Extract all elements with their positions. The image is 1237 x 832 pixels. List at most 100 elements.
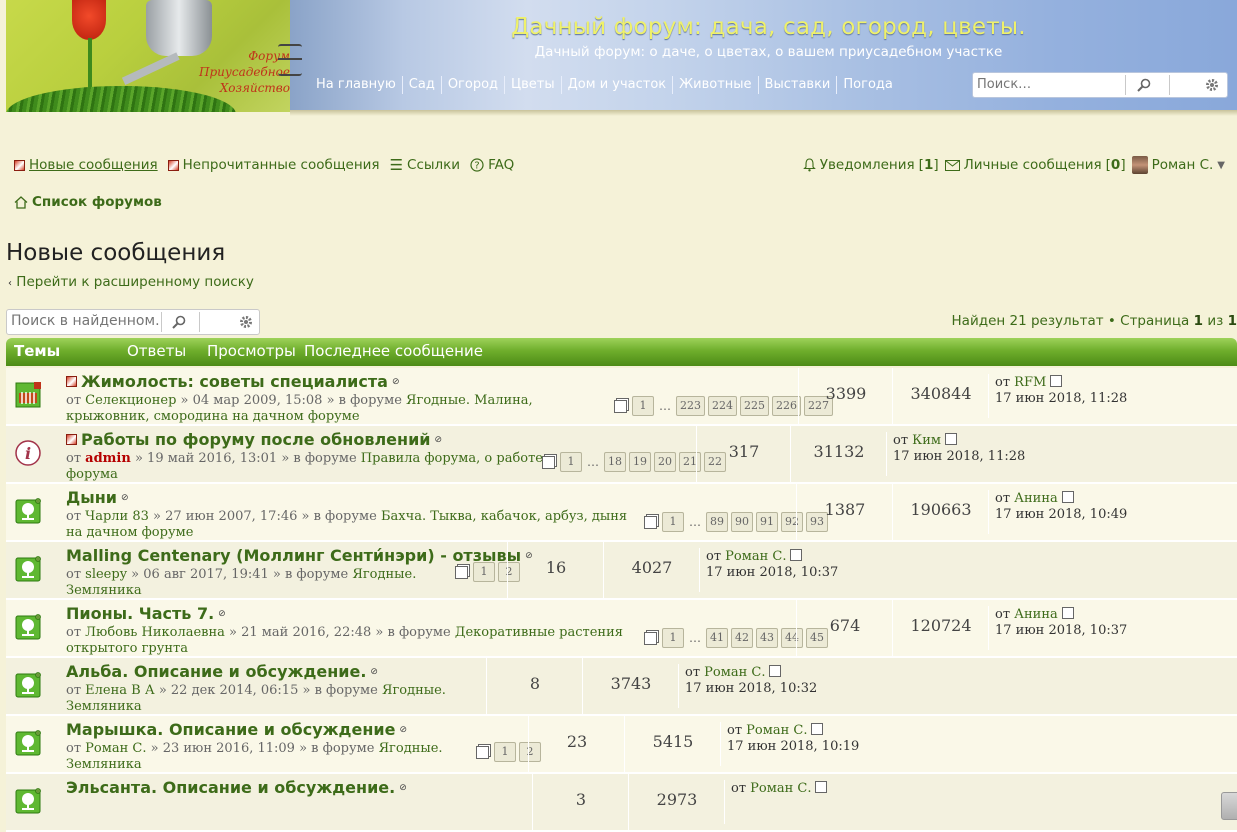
goto-last-post-icon[interactable] [1061,607,1074,619]
advanced-search-link[interactable]: ‹ Перейти к расширенному поиску [8,274,254,290]
nav-garden[interactable]: Сад [403,76,442,94]
scroll-to-top-button[interactable] [1221,792,1237,820]
topic-author-link[interactable]: Любовь Николаевна [85,625,225,640]
topic-date: 06 авг 2017, 19:41 [143,567,269,582]
goto-last-post-icon[interactable] [1061,491,1074,503]
topic-forum-link[interactable]: Бахча. Тыква, кабачок, арбуз, дыня на да… [66,509,627,540]
topic-forum-link[interactable]: Правила форума, о работе форума [66,451,543,482]
search-button[interactable] [1125,75,1162,95]
views-count: 3743 [582,658,679,714]
topic-title-link[interactable]: Жимолость: советы специалиста [81,372,388,391]
unread-post-icon[interactable] [66,434,77,445]
page-link[interactable]: 1 [494,742,516,762]
page-link[interactable]: 226 [772,396,801,416]
page-link[interactable]: 43 [756,628,778,648]
new-posts-link[interactable]: Новые сообщения [14,157,158,173]
breadcrumb[interactable]: Список форумов [14,194,162,210]
topic-author-link[interactable]: Роман С. [85,741,146,756]
topic-title-link[interactable]: Пионы. Часть 7. [66,604,214,623]
results-search-button[interactable] [161,312,196,332]
topic-title-link[interactable]: Марышка. Описание и обсуждение [66,720,395,739]
goto-last-post-icon[interactable] [811,723,824,735]
user-menu[interactable]: Роман С. ▼ [1131,156,1225,174]
results-advanced-button[interactable] [199,312,257,332]
header-search-input[interactable] [973,73,1127,95]
nav-home[interactable]: На главную [310,76,403,94]
last-post-author-link[interactable]: Роман С. [725,549,786,564]
topic-title-link[interactable]: Malling Centenary (Моллинг Сенти́нэри) -… [66,546,521,565]
attachment-icon: ⊘ [218,608,226,619]
nav-vegetables[interactable]: Огород [442,76,506,94]
pagination-info: Найден 21 результат • Страница 1 из 1 [951,313,1237,329]
goto-last-post-icon[interactable] [815,781,828,793]
advanced-search-button[interactable] [1169,75,1223,95]
page-link[interactable]: 224 [708,396,737,416]
page-link[interactable]: 1 [473,562,495,582]
page-link[interactable]: 223 [676,396,705,416]
topic-author-link[interactable]: Чарли 83 [85,509,149,524]
page-link[interactable]: 18 [604,452,626,472]
unread-post-icon[interactable] [66,376,77,387]
page-link[interactable]: 90 [731,512,753,532]
notifications-link[interactable]: Уведомления [1] [802,157,939,173]
topic-author-link[interactable]: admin [85,451,131,466]
tree-icon [14,729,42,757]
goto-last-post-icon[interactable] [790,549,803,561]
topic-title-link[interactable]: Работы по форуму после обновлений [81,430,431,449]
views-count: 120724 [892,600,989,656]
notifications-count: 1 [923,157,934,173]
topic-title-link[interactable]: Альба. Описание и обсуждение. [66,662,366,681]
page-link[interactable]: 1 [560,452,582,472]
last-post: от Роман С. [724,780,828,824]
faq-link[interactable]: ? FAQ [470,157,514,173]
page-link[interactable]: 1 [662,628,684,648]
page-link[interactable]: 41 [706,628,728,648]
page-link[interactable]: 1 [662,512,684,532]
last-post: от Анина 17 июн 2018, 10:37 [988,606,1127,650]
breadcrumb-forum-index[interactable]: Список форумов [32,194,162,210]
page-link[interactable]: 91 [756,512,778,532]
page-link[interactable]: 1 [632,396,654,416]
topic-author-link[interactable]: Селекционер [85,393,176,408]
last-post-date: 17 июн 2018, 10:37 [995,623,1128,638]
page-link[interactable]: 20 [654,452,676,472]
nav-exhibitions[interactable]: Выставки [759,76,838,94]
topic-title-link[interactable]: Эльсанта. Описание и обсуждение. [66,778,395,797]
unread-posts-link[interactable]: Непрочитанные сообщения [167,157,380,173]
views-count: 4027 [603,542,700,598]
nav-flowers[interactable]: Цветы [505,76,562,94]
last-post-author-link[interactable]: RFM [1014,375,1046,390]
goto-last-post-icon[interactable] [769,665,782,677]
site-header: Форум Приусадебное Хозяйство Дачный фору… [0,0,1237,132]
topic-author-link[interactable]: sleepy [85,567,127,582]
goto-last-post-icon[interactable] [945,433,957,445]
results-search-input[interactable] [7,310,163,332]
nav-house[interactable]: Дом и участок [562,76,674,94]
table-row: Дыни ⊘ от Чарли 83 » 27 июн 2007, 17:46 » … [6,484,1237,542]
site-logo[interactable]: Форум Приусадебное Хозяйство [6,0,290,112]
last-post-date: 17 июн 2018, 10:49 [995,507,1128,522]
last-post-author-link[interactable]: Роман С. [704,665,765,680]
search-icon [172,315,186,329]
last-post-author-link[interactable]: Ким [912,433,941,448]
topic-title-link[interactable]: Дыни [66,488,117,507]
tulip-icon [72,0,106,40]
last-post-author-link[interactable]: Роман С. [746,723,807,738]
page-link[interactable]: 19 [629,452,651,472]
last-post-date: 17 июн 2018, 10:32 [685,681,818,696]
links-menu[interactable]: ☰ Ссылки [390,156,461,174]
last-post-author-link[interactable]: Роман С. [750,781,811,796]
private-messages-link[interactable]: Личные сообщения [0] [944,157,1126,173]
page-link[interactable]: 42 [731,628,753,648]
last-post-author-link[interactable]: Анина [1014,491,1058,506]
nav-weather[interactable]: Погода [837,76,898,94]
topic-meta: от Любовь Николаевна » 21 май 2016, 22:4… [66,625,623,656]
nav-animals[interactable]: Животные [673,76,759,94]
page-link[interactable]: 225 [740,396,769,416]
goto-last-post-icon[interactable] [1050,375,1063,387]
tree-icon [14,613,42,641]
fence-icon [14,381,42,409]
topic-author-link[interactable]: Елена В А [85,683,155,698]
page-link[interactable]: 89 [706,512,728,532]
last-post-author-link[interactable]: Анина [1014,607,1058,622]
